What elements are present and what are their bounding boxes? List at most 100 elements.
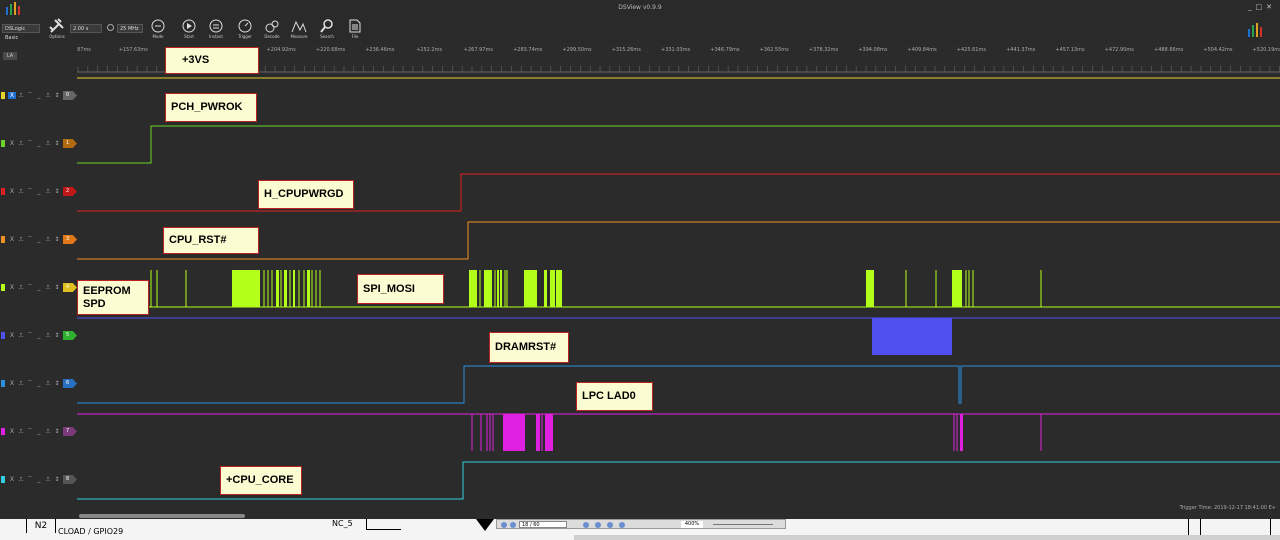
trigger-type-icon[interactable]: ⎍ [44,236,52,243]
trigger-type-icon[interactable]: _ [35,284,43,291]
channel-color-swatch[interactable] [1,476,5,483]
trigger-type-icon[interactable]: _ [35,476,43,483]
trigger-type-icon[interactable]: _ [35,428,43,435]
trigger-type-icon[interactable]: ‾ [26,140,34,147]
pdf-next-icon[interactable] [510,522,516,528]
trigger-type-icon[interactable]: ⎍ [17,92,25,99]
pdf-forward-icon[interactable] [607,522,613,528]
trigger-type-icon[interactable]: ⎍ [17,188,25,195]
trigger-type-icon[interactable]: ⎍ [44,428,52,435]
trigger-type-icon[interactable]: X [8,236,16,243]
trigger-type-icon[interactable]: _ [35,380,43,387]
trigger-type-icon[interactable]: ⎍ [44,284,52,291]
trigger-type-icon[interactable]: ↕ [53,476,61,483]
channel-header-8[interactable]: X ⎍ ‾ _ ⎍ ↕ 8 [0,475,80,485]
trigger-type-icon[interactable]: ⎍ [17,428,25,435]
waveform-view[interactable] [0,0,1280,540]
pdf-zoom-value[interactable]: 400% [681,521,703,528]
trigger-type-icon[interactable]: ⎍ [44,332,52,339]
mode-button[interactable]: Mode [146,18,170,42]
channel-color-swatch[interactable] [1,92,5,99]
pdf-first-icon[interactable] [583,522,589,528]
channel-color-swatch[interactable] [1,380,5,387]
scrollbar-thumb[interactable] [79,514,245,518]
channel-header-7[interactable]: X ⎍ ‾ _ ⎍ ↕ 7 [0,427,80,437]
trigger-type-icon[interactable]: ↕ [53,92,61,99]
trigger-type-icon[interactable]: ↕ [53,236,61,243]
window-controls[interactable]: _□✕ [1248,3,1276,11]
channel-color-swatch[interactable] [1,332,5,339]
trigger-type-icon[interactable]: X [8,428,16,435]
trigger-type-icon[interactable]: ‾ [26,284,34,291]
trigger-type-icon[interactable]: ‾ [26,188,34,195]
channel-color-swatch[interactable] [1,188,5,195]
channel-header-1[interactable]: X ⎍ ‾ _ ⎍ ↕ 1 [0,139,80,149]
channel-color-swatch[interactable] [1,140,5,147]
trigger-type-icon[interactable]: ‾ [26,428,34,435]
search-button[interactable]: Search [315,18,339,42]
trigger-type-icon[interactable]: ↕ [53,380,61,387]
trigger-type-icon[interactable]: ⎍ [17,380,25,387]
device-select[interactable]: DSLogic Basic [2,24,40,41]
trigger-type-icon[interactable]: _ [35,332,43,339]
trigger-type-icon[interactable]: X [8,284,16,291]
pdf-prev-icon[interactable] [501,522,507,528]
trigger-type-icon[interactable]: _ [35,188,43,195]
samplerate-select[interactable]: 25 MHz [117,24,143,33]
instant-button[interactable]: Instant [204,18,228,42]
trigger-button[interactable]: Trigger [233,18,257,42]
trigger-type-icon[interactable]: ⎍ [17,332,25,339]
trigger-type-icon[interactable]: ⎍ [44,380,52,387]
capture-time-select[interactable]: 2.00 s [70,24,102,33]
channel-header-4[interactable]: X ⎍ ‾ _ ⎍ ↕ 4 [0,283,80,293]
pdf-zoom-slider[interactable] [713,524,773,525]
trigger-type-icon[interactable]: ↕ [53,332,61,339]
channel-header-5[interactable]: X ⎍ ‾ _ ⎍ ↕ 5 [0,331,80,341]
channel-header-3[interactable]: X ⎍ ‾ _ ⎍ ↕ 3 [0,235,80,245]
channel-color-swatch[interactable] [1,428,5,435]
trigger-type-icon[interactable]: ‾ [26,380,34,387]
trigger-type-icon[interactable]: _ [35,92,43,99]
trigger-type-icon[interactable]: ‾ [26,236,34,243]
trigger-type-icon[interactable]: ⎍ [44,188,52,195]
ruler-tick-label: +236.46ms [365,47,395,53]
decode-label: Decode [264,34,280,39]
channel-color-swatch[interactable] [1,284,5,291]
trigger-type-icon[interactable]: ⎍ [17,236,25,243]
trigger-type-icon[interactable]: ↕ [53,428,61,435]
trigger-type-icon[interactable]: _ [35,236,43,243]
options-button[interactable]: Options [45,18,69,42]
pdf-page-input[interactable]: 18 / 60 [519,521,567,528]
measure-button[interactable]: Measure [287,18,311,42]
trigger-type-icon[interactable]: ⎍ [44,92,52,99]
trigger-type-icon[interactable]: ⎍ [44,476,52,483]
trigger-type-icon[interactable]: ‾ [26,476,34,483]
trigger-type-icon[interactable]: _ [35,140,43,147]
trigger-type-icon[interactable]: X [8,332,16,339]
trigger-type-icon[interactable]: ⎍ [17,476,25,483]
decode-button[interactable]: Decode [260,18,284,42]
file-button[interactable]: File [343,18,367,42]
trigger-type-icon[interactable]: ↕ [53,140,61,147]
channel-header-6[interactable]: X ⎍ ‾ _ ⎍ ↕ 6 [0,379,80,389]
trigger-type-icon[interactable]: ↕ [53,284,61,291]
start-button[interactable]: Start [177,18,201,42]
pdf-last-icon[interactable] [619,522,625,528]
trigger-type-icon[interactable]: X [8,92,16,99]
schematic-triangle-icon [476,519,494,531]
channel-header-0[interactable]: X ⎍ ‾ _ ⎍ ↕ 0 [0,91,80,101]
schematic-scrollbar[interactable] [574,535,1280,540]
trigger-type-icon[interactable]: X [8,476,16,483]
trigger-type-icon[interactable]: X [8,380,16,387]
trigger-type-icon[interactable]: ⎍ [17,284,25,291]
trigger-type-icon[interactable]: ↕ [53,188,61,195]
trigger-type-icon[interactable]: ‾ [26,92,34,99]
channel-color-swatch[interactable] [1,236,5,243]
pdf-back-icon[interactable] [595,522,601,528]
channel-header-2[interactable]: X ⎍ ‾ _ ⎍ ↕ 2 [0,187,80,197]
trigger-type-icon[interactable]: ⎍ [44,140,52,147]
trigger-type-icon[interactable]: X [8,140,16,147]
trigger-type-icon[interactable]: ‾ [26,332,34,339]
trigger-type-icon[interactable]: X [8,188,16,195]
trigger-type-icon[interactable]: ⎍ [17,140,25,147]
